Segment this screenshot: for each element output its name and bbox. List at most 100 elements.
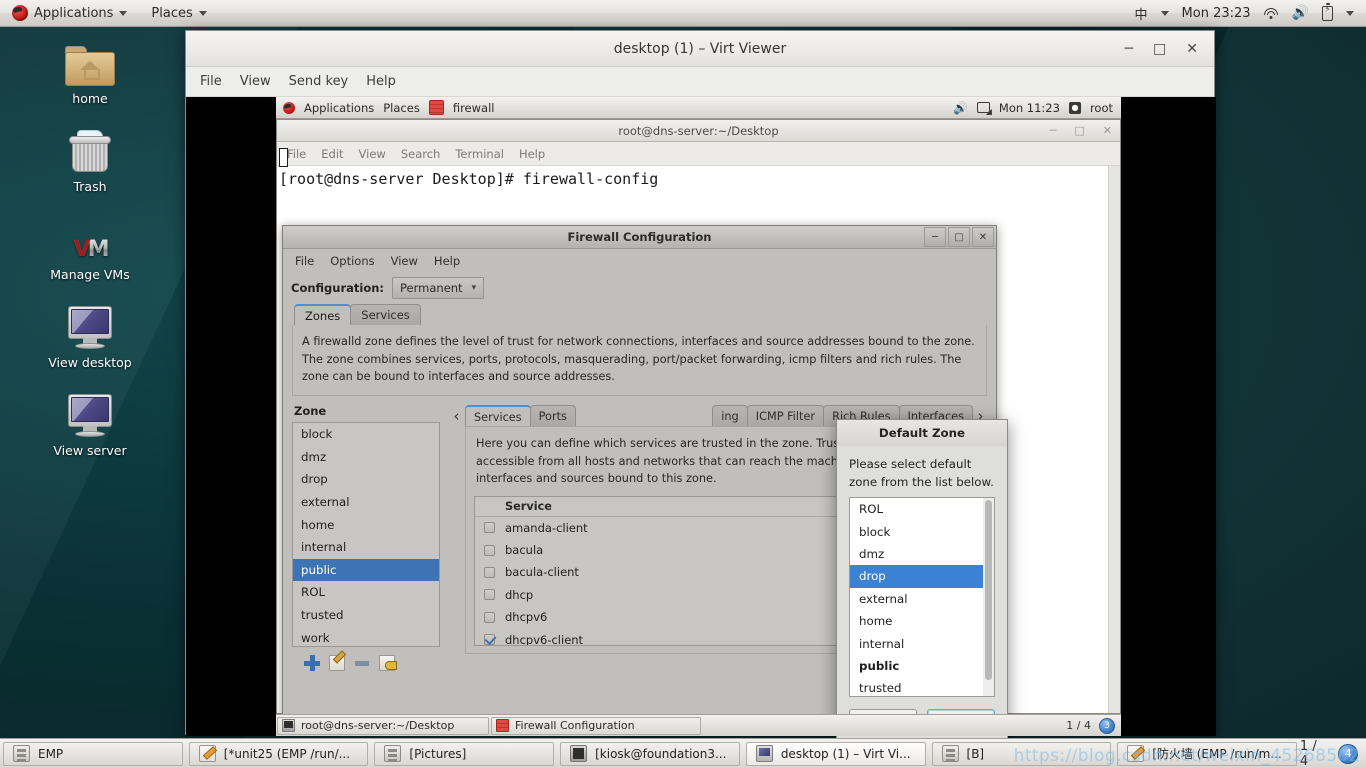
zone-list-item[interactable]: ROL — [293, 581, 439, 604]
service-checkbox[interactable] — [484, 544, 495, 556]
default-zone-item[interactable]: dmz — [850, 543, 994, 565]
menu-options[interactable]: Options — [330, 254, 374, 268]
service-checkbox-checked[interactable] — [484, 634, 495, 645]
tab-icmp-filter[interactable]: ICMP Filter — [746, 405, 825, 427]
desktop-icon-home[interactable]: home — [0, 34, 180, 106]
taskbar-item-b[interactable]: [B] — [931, 741, 1112, 766]
desktop-icon-trash[interactable]: Trash — [0, 122, 180, 194]
default-zone-item[interactable]: home — [850, 610, 994, 632]
taskbar-item-unit25[interactable]: [*unit25 (EMP /run/... — [188, 741, 369, 766]
service-checkbox[interactable] — [484, 522, 495, 534]
tab-ports[interactable]: Ports — [529, 405, 576, 427]
guest-display-canvas[interactable]: Applications Places firewall 🔊 Mon 11:23… — [186, 97, 1216, 757]
menu-send-key[interactable]: Send key — [289, 74, 349, 89]
maximize-icon[interactable]: □ — [1074, 124, 1084, 137]
tab-services[interactable]: Services — [350, 304, 421, 325]
taskbar-item-emp[interactable]: EMP — [3, 741, 183, 766]
virt-viewer-title-bar[interactable]: desktop (1) – Virt Viewer ─ □ ✕ — [186, 31, 1214, 67]
default-zone-item[interactable]: ROL — [850, 498, 994, 520]
network-icon[interactable] — [976, 102, 990, 113]
close-icon[interactable]: ✕ — [1186, 41, 1198, 57]
zone-list-item[interactable]: internal — [293, 536, 439, 559]
default-zone-item[interactable]: external — [850, 588, 994, 610]
applications-menu[interactable]: Applications — [0, 0, 139, 27]
taskbar-item-virt-viewer[interactable]: desktop (1) – Virt Vi... — [745, 741, 926, 766]
taskbar-item-kiosk[interactable]: [kiosk@foundation3... — [560, 741, 740, 766]
zone-list-item[interactable]: work — [293, 626, 439, 646]
tabs-scroll-left-icon[interactable]: ‹ — [448, 405, 465, 427]
default-zone-item[interactable]: trusted — [850, 677, 994, 696]
minimize-icon[interactable]: ─ — [1050, 124, 1057, 137]
chevron-down-icon[interactable] — [1346, 10, 1354, 16]
default-zone-item[interactable]: block — [850, 520, 994, 542]
load-zone-defaults-icon[interactable] — [379, 655, 397, 671]
desktop-icon-manage-vms[interactable]: VM Manage VMs — [0, 210, 180, 283]
menu-search[interactable]: Search — [401, 147, 441, 161]
maximize-icon[interactable]: □ — [948, 227, 970, 247]
menu-file[interactable]: File — [200, 74, 222, 89]
zone-list-item[interactable]: dmz — [293, 446, 439, 469]
minimize-icon[interactable]: ─ — [1125, 41, 1133, 57]
firewall-title-bar[interactable]: Firewall Configuration ─ □ ✕ — [283, 226, 996, 249]
input-method-indicator[interactable]: 中 — [1135, 4, 1148, 23]
zone-list-item[interactable]: drop — [293, 468, 439, 491]
panel-clock[interactable]: Mon 23:23 — [1182, 6, 1251, 21]
terminal-scrollbar[interactable] — [1108, 166, 1120, 713]
tab-zones[interactable]: Zones — [294, 304, 352, 325]
menu-view[interactable]: View — [391, 254, 418, 268]
default-zone-list[interactable]: ROL block dmz drop external home interna… — [849, 497, 995, 697]
close-icon[interactable]: ✕ — [1103, 124, 1112, 137]
guest-user-label[interactable]: root — [1090, 101, 1113, 115]
configuration-select[interactable]: Permanent ▾ — [392, 277, 485, 299]
places-menu[interactable]: Places — [139, 0, 218, 27]
menu-help[interactable]: Help — [434, 254, 460, 268]
taskbar-item-terminal[interactable]: root@dns-server:~/Desktop — [277, 716, 489, 735]
taskbar-item-firewall-doc[interactable]: [防火墙 (EMP /run/m... — [1117, 741, 1297, 766]
tab-forwarding[interactable]: ing — [712, 405, 748, 427]
guest-clock[interactable]: Mon 11:23 — [999, 101, 1060, 115]
terminal-title-bar[interactable]: root@dns-server:~/Desktop ─ □ ✕ — [277, 120, 1120, 142]
zone-list[interactable]: block dmz drop external home internal pu… — [292, 422, 440, 647]
menu-help[interactable]: Help — [366, 74, 396, 89]
desktop-icon-view-desktop[interactable]: View desktop — [0, 298, 180, 370]
close-icon[interactable]: ✕ — [972, 227, 994, 247]
menu-terminal[interactable]: Terminal — [455, 147, 504, 161]
zone-list-item[interactable]: block — [293, 423, 439, 446]
tab-services[interactable]: Services — [465, 405, 531, 427]
menu-view[interactable]: View — [240, 74, 271, 89]
service-checkbox[interactable] — [484, 611, 495, 623]
service-checkbox[interactable] — [484, 566, 495, 578]
service-checkbox[interactable] — [484, 589, 495, 601]
add-zone-icon[interactable] — [304, 655, 320, 671]
default-zone-item-current[interactable]: public — [850, 655, 994, 677]
guest-places-menu[interactable]: Places — [383, 101, 420, 115]
menu-edit[interactable]: Edit — [321, 147, 343, 161]
volume-icon[interactable]: 🔊 — [1292, 6, 1309, 20]
guest-workspace-pager[interactable]: 1 / 4 3 — [1066, 717, 1121, 734]
taskbar-item-pictures[interactable]: [Pictures] — [374, 741, 555, 766]
volume-icon[interactable]: 🔊 — [953, 101, 968, 115]
remove-zone-icon[interactable] — [354, 655, 370, 671]
menu-view[interactable]: View — [359, 147, 386, 161]
zone-list-item-selected[interactable]: public — [293, 558, 439, 582]
desktop-icon-view-server[interactable]: View server — [0, 386, 180, 458]
zone-list-item[interactable]: external — [293, 491, 439, 514]
menu-file[interactable]: File — [295, 254, 314, 268]
chevron-down-icon[interactable] — [1160, 10, 1169, 16]
default-zone-item[interactable]: internal — [850, 632, 994, 654]
default-zone-item-selected[interactable]: drop — [850, 565, 994, 588]
workspace-badge[interactable]: 3 — [1099, 717, 1115, 734]
guest-applications-menu[interactable]: Applications — [304, 101, 374, 115]
menu-file[interactable]: File — [287, 147, 306, 161]
taskbar-item-firewall[interactable]: Firewall Configuration — [491, 716, 701, 735]
zone-list-item[interactable]: home — [293, 513, 439, 536]
zone-list-item[interactable]: trusted — [293, 604, 439, 627]
wifi-icon[interactable] — [1264, 7, 1279, 19]
host-workspace-pager[interactable]: 1 / 4 4 — [1300, 739, 1366, 768]
minimize-icon[interactable]: ─ — [924, 227, 946, 247]
maximize-icon[interactable]: □ — [1153, 41, 1166, 57]
battery-icon[interactable] — [1322, 2, 1333, 21]
menu-help[interactable]: Help — [519, 147, 545, 161]
default-zone-scrollbar[interactable] — [983, 498, 994, 696]
workspace-badge[interactable]: 4 — [1338, 743, 1358, 764]
